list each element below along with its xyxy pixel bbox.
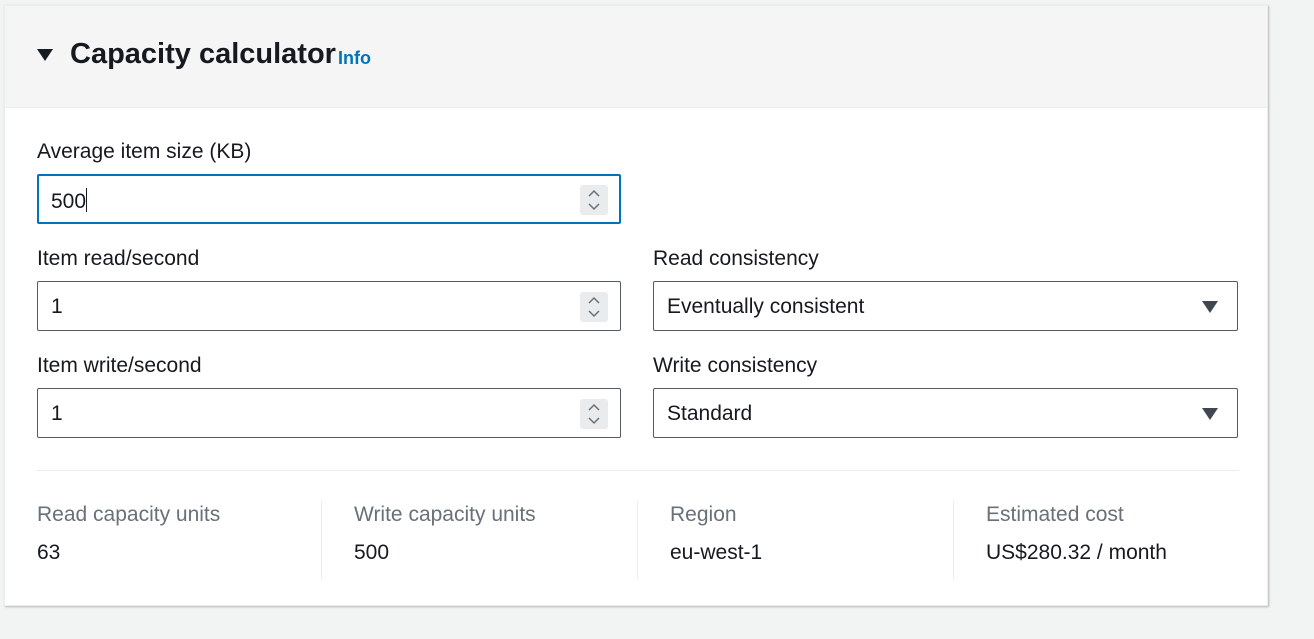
- write-consistency-label: Write consistency: [653, 354, 818, 377]
- write-capacity-stat: Write capacity units 500: [354, 503, 536, 583]
- info-link[interactable]: Info: [338, 48, 371, 69]
- expand-caret-icon[interactable]: [37, 49, 53, 61]
- item-read-input[interactable]: 1: [37, 281, 621, 331]
- read-capacity-label: Read capacity units: [37, 503, 221, 526]
- estimated-cost-stat: Estimated cost US$280.32 / month: [986, 503, 1167, 583]
- item-read-spinner-icon[interactable]: [580, 292, 608, 322]
- read-consistency-label: Read consistency: [653, 247, 819, 270]
- write-capacity-label: Write capacity units: [354, 503, 536, 526]
- item-write-label: Item write/second: [37, 354, 202, 377]
- write-consistency-select[interactable]: Standard: [653, 388, 1238, 438]
- read-consistency-value: Eventually consistent: [667, 295, 865, 318]
- section-divider: [37, 470, 1239, 471]
- text-cursor: [86, 188, 88, 212]
- item-size-label: Average item size (KB): [37, 140, 252, 163]
- read-capacity-value: 63: [37, 541, 61, 564]
- item-read-label: Item read/second: [37, 247, 200, 270]
- dropdown-caret-icon: [1202, 301, 1218, 313]
- panel-header: Capacity calculator Info: [5, 6, 1267, 108]
- item-size-spinner-icon[interactable]: [580, 185, 608, 215]
- region-stat: Region eu-west-1: [670, 503, 762, 583]
- item-write-spinner-icon[interactable]: [580, 399, 608, 429]
- region-value: eu-west-1: [670, 541, 763, 564]
- capacity-calculator-panel: Capacity calculator Info Average item si…: [4, 5, 1268, 606]
- estimated-cost-value: US$280.32 / month: [986, 541, 1167, 564]
- dropdown-caret-icon: [1202, 408, 1218, 420]
- item-write-input[interactable]: 1: [37, 388, 621, 438]
- stat-separator: [953, 501, 954, 579]
- stat-separator: [637, 501, 638, 579]
- item-size-input[interactable]: 500: [37, 174, 621, 224]
- stat-separator: [321, 501, 322, 579]
- item-write-value: 1: [51, 402, 63, 425]
- region-label: Region: [670, 503, 737, 526]
- estimated-cost-label: Estimated cost: [986, 503, 1124, 526]
- read-capacity-stat: Read capacity units 63: [37, 503, 220, 583]
- write-consistency-value: Standard: [667, 402, 753, 425]
- write-capacity-value: 500: [354, 541, 390, 564]
- page-title: Capacity calculator: [70, 38, 336, 70]
- item-size-value: 500: [51, 190, 87, 213]
- item-read-value: 1: [51, 295, 63, 318]
- read-consistency-select[interactable]: Eventually consistent: [653, 281, 1238, 331]
